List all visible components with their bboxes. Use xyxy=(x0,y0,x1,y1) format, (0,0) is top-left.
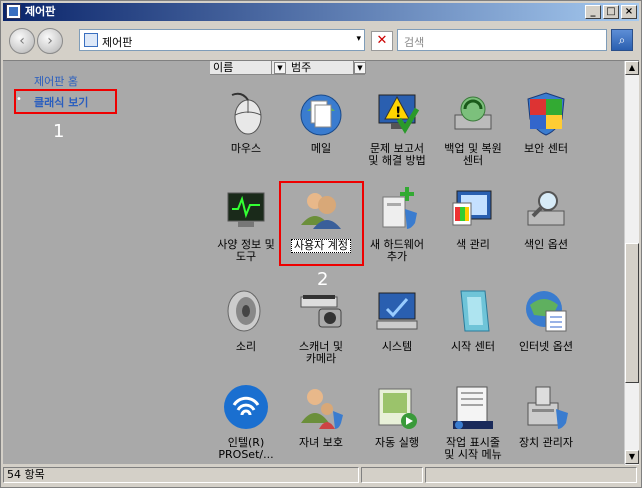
indexing-icon xyxy=(522,185,570,233)
address-dropdown-icon[interactable]: ▾ xyxy=(356,34,361,44)
column-header: 이름 ▼ 범주 ▼ xyxy=(210,61,366,75)
item-parental-controls[interactable]: 자녀 보호 xyxy=(284,383,358,449)
refresh-stop-button[interactable]: ✕ xyxy=(371,31,393,51)
maximize-button[interactable]: □ xyxy=(603,5,619,19)
security-shield-icon xyxy=(522,89,570,137)
forward-button[interactable]: › xyxy=(37,28,63,54)
scroll-thumb[interactable] xyxy=(625,243,639,383)
column-category-dropdown-icon[interactable]: ▼ xyxy=(354,62,366,74)
address-path: 제어판 xyxy=(102,36,133,49)
welcome-center-icon xyxy=(449,287,497,335)
intel-wireless-icon xyxy=(222,383,270,431)
item-label: 시스템 xyxy=(381,340,413,353)
item-label: 보안 센터 xyxy=(524,142,568,155)
status-bar: 54 항목 xyxy=(3,465,639,485)
status-pane-3 xyxy=(425,467,637,483)
taskbar-icon xyxy=(449,383,497,431)
vertical-scrollbar[interactable]: ▲ ▼ xyxy=(624,61,639,465)
annotation-number-1: 1 xyxy=(53,121,65,142)
system-icon xyxy=(373,287,421,335)
item-label: 스캐너 및 카메라 xyxy=(299,340,343,365)
item-label: 장치 관리자 xyxy=(518,436,574,449)
item-label: 사양 정보 및 도구 xyxy=(217,238,275,263)
item-problem-reports[interactable]: ! 문제 보고서 및 해결 방법 xyxy=(360,89,434,167)
item-security-center[interactable]: 보안 센터 xyxy=(509,89,583,155)
item-label: 문제 보고서 및 해결 방법 xyxy=(368,142,426,167)
performance-icon xyxy=(222,185,270,233)
status-pane-2 xyxy=(361,467,423,483)
item-label: 시작 센터 xyxy=(451,340,495,353)
item-label: 자녀 보호 xyxy=(299,436,343,449)
close-button[interactable]: × xyxy=(621,5,637,19)
item-label: 인터넷 옵션 xyxy=(518,340,574,353)
item-label: 자동 실행 xyxy=(375,436,419,449)
item-label: 색 관리 xyxy=(456,238,490,251)
control-panel-icon xyxy=(84,33,98,47)
item-label: 마우스 xyxy=(230,142,262,155)
scanner-icon xyxy=(297,287,345,335)
device-manager-icon xyxy=(522,383,570,431)
control-panel-window: 제어판 _ □ × ‹ › 제어판 ▾ ✕ 검색 ⌕ 제어판 홈 • 클래식 보… xyxy=(0,0,642,488)
internet-options-icon xyxy=(522,287,570,335)
column-category[interactable]: 범주 xyxy=(288,61,354,75)
content-area: 제어판 홈 • 클래식 보기 1 이름 ▼ 범주 ▼ 마우스 메일 ! 문제 보… xyxy=(3,60,639,465)
backup-icon xyxy=(449,89,497,137)
search-input[interactable]: 검색 xyxy=(397,29,607,51)
navigation-bar: ‹ › 제어판 ▾ ✕ 검색 ⌕ xyxy=(3,23,639,59)
item-scanners-cameras[interactable]: 스캐너 및 카메라 xyxy=(284,287,358,365)
parental-controls-icon xyxy=(297,383,345,431)
item-label: 소리 xyxy=(235,340,257,353)
item-sound[interactable]: 소리 xyxy=(209,287,283,353)
highlight-box-1 xyxy=(14,89,117,114)
scroll-down-arrow-icon[interactable]: ▼ xyxy=(625,450,639,464)
column-name[interactable]: 이름 xyxy=(210,61,272,75)
item-autoplay[interactable]: 자동 실행 xyxy=(360,383,434,449)
title-bar[interactable]: 제어판 _ □ × xyxy=(3,3,639,21)
add-hardware-icon xyxy=(373,185,421,233)
address-bar[interactable]: 제어판 ▾ xyxy=(79,29,365,51)
highlight-box-2 xyxy=(279,181,364,266)
item-welcome-center[interactable]: 시작 센터 xyxy=(436,287,510,353)
item-add-hardware[interactable]: 새 하드웨어 추가 xyxy=(360,185,434,263)
mouse-icon xyxy=(222,89,270,137)
item-label: 백업 및 복원 센터 xyxy=(444,142,502,167)
item-mail[interactable]: 메일 xyxy=(284,89,358,155)
control-panel-home-link[interactable]: 제어판 홈 xyxy=(34,73,78,89)
minimize-button[interactable]: _ xyxy=(585,5,601,19)
autoplay-icon xyxy=(373,383,421,431)
item-count: 54 항목 xyxy=(3,467,359,483)
search-button[interactable]: ⌕ xyxy=(611,29,633,51)
color-management-icon xyxy=(449,185,497,233)
back-button[interactable]: ‹ xyxy=(9,28,35,54)
item-label: 색인 옵션 xyxy=(524,238,568,251)
item-system[interactable]: 시스템 xyxy=(360,287,434,353)
item-indexing-options[interactable]: 색인 옵션 xyxy=(509,185,583,251)
problem-report-icon: ! xyxy=(373,89,421,137)
item-internet-options[interactable]: 인터넷 옵션 xyxy=(509,287,583,353)
mail-icon xyxy=(297,89,345,137)
window-title: 제어판 xyxy=(25,5,56,18)
item-performance[interactable]: 사양 정보 및 도구 xyxy=(209,185,283,263)
item-label: 새 하드웨어 추가 xyxy=(369,238,425,263)
item-color-management[interactable]: 색 관리 xyxy=(436,185,510,251)
control-panel-icon xyxy=(6,4,21,19)
item-device-manager[interactable]: 장치 관리자 xyxy=(509,383,583,449)
speaker-icon xyxy=(222,287,270,335)
item-label: 작업 표시줄 및 시작 메뉴 xyxy=(444,436,502,461)
item-intel-proset[interactable]: 인텔(R) PROSet/... xyxy=(209,383,283,461)
column-name-dropdown-icon[interactable]: ▼ xyxy=(274,62,286,74)
item-label: 인텔(R) PROSet/... xyxy=(218,436,274,461)
item-mouse[interactable]: 마우스 xyxy=(209,89,283,155)
scroll-up-arrow-icon[interactable]: ▲ xyxy=(625,61,639,75)
item-taskbar-start-menu[interactable]: 작업 표시줄 및 시작 메뉴 xyxy=(436,383,510,461)
item-backup-restore[interactable]: 백업 및 복원 센터 xyxy=(436,89,510,167)
item-label: 메일 xyxy=(310,142,332,155)
